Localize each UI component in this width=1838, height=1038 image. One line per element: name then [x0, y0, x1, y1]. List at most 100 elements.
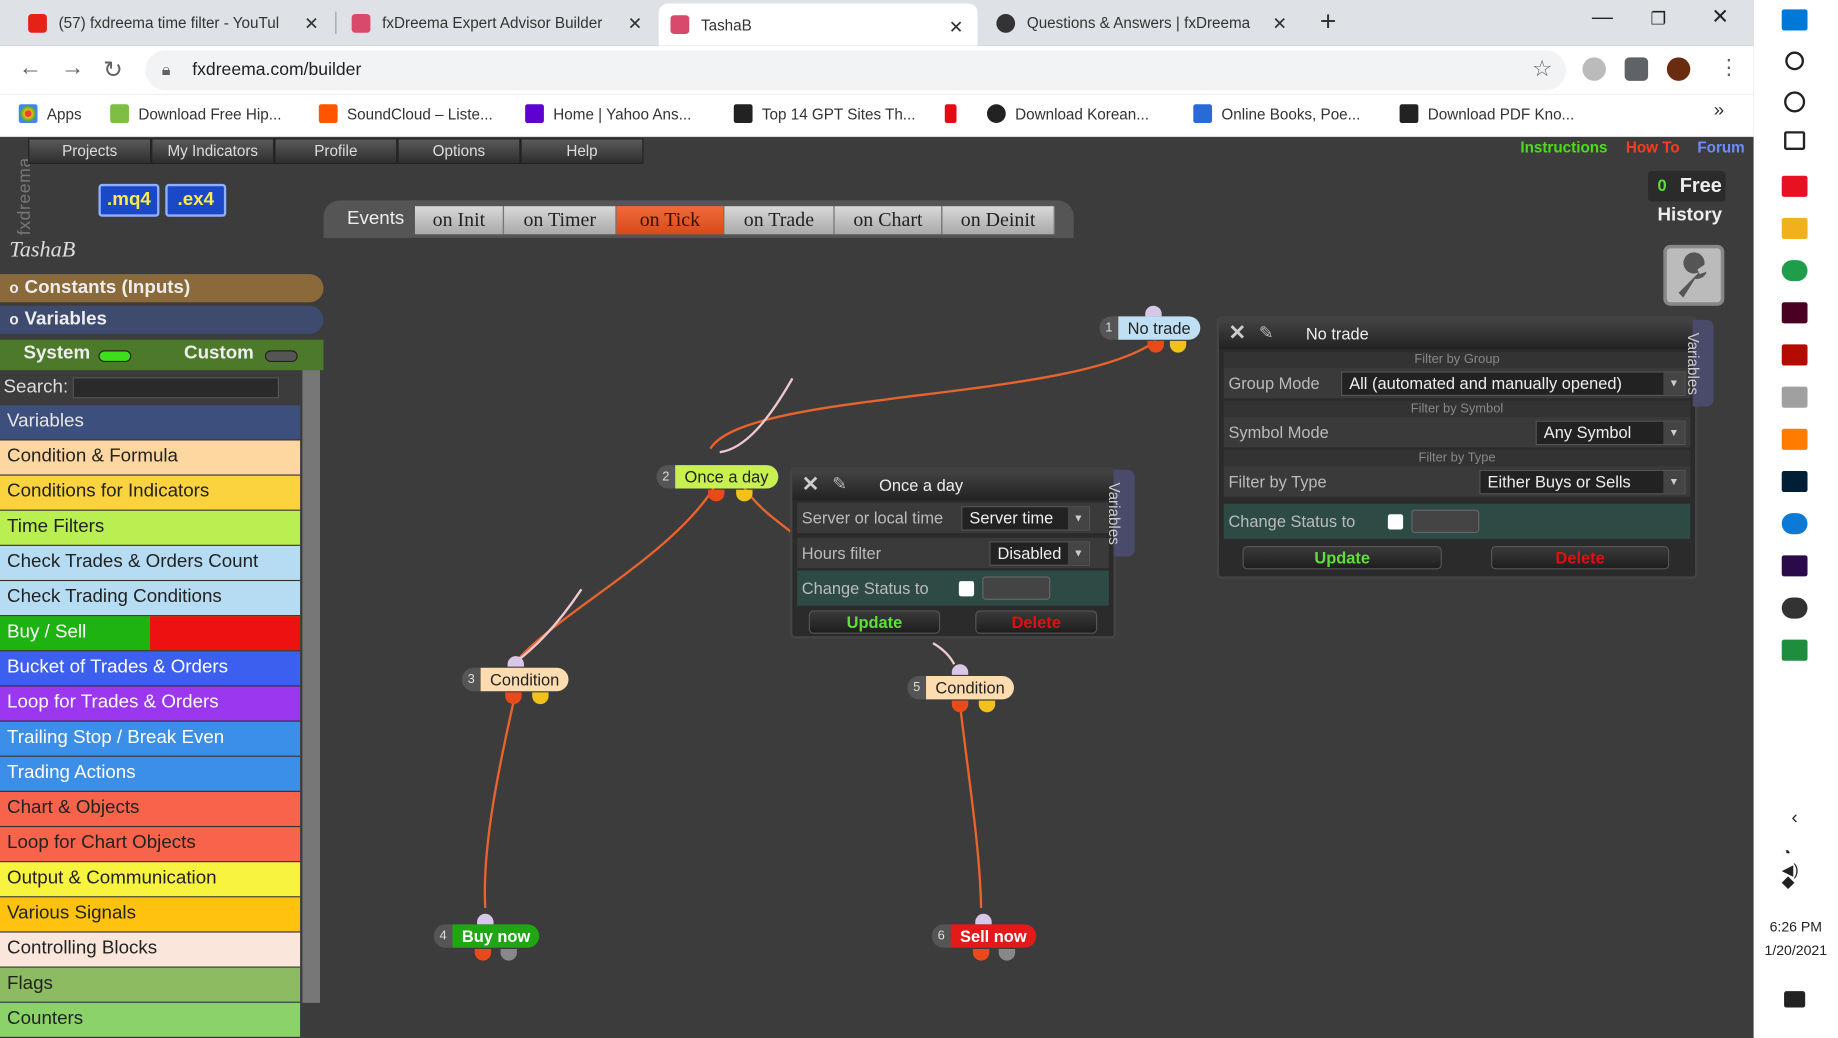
- category-loop-for-trades-orders[interactable]: Loop for Trades & Orders: [0, 686, 301, 722]
- bookmark-item[interactable]: Download Free Hip...: [110, 104, 281, 124]
- avatar[interactable]: [1666, 57, 1691, 81]
- clock-time[interactable]: 6:26 PM: [1754, 918, 1838, 934]
- category-check-trades-orders-count[interactable]: Check Trades & Orders Count: [0, 545, 301, 582]
- builder-canvas[interactable]: 1 No trade 2 Once a day 3 Condition 5 Co…: [324, 238, 1754, 1038]
- tab-on-init[interactable]: on Init: [414, 206, 505, 235]
- reload-icon[interactable]: ↻: [103, 55, 123, 84]
- minimize-icon[interactable]: —: [1592, 5, 1613, 30]
- category-output-communication[interactable]: Output & Communication: [0, 862, 301, 898]
- block-buy-now[interactable]: 4 Buy now: [433, 923, 540, 949]
- app-icon[interactable]: [1781, 175, 1808, 197]
- menu-options[interactable]: Options: [397, 138, 521, 165]
- bookmark-item[interactable]: Top 14 GPT Sites Th...: [733, 104, 916, 124]
- category-trading-actions[interactable]: Trading Actions: [0, 756, 301, 792]
- close-icon[interactable]: ✕: [1228, 321, 1246, 346]
- tab-tashab[interactable]: TashaB ✕: [658, 3, 978, 46]
- category-conditions-for-indicators[interactable]: Conditions for Indicators: [0, 475, 301, 511]
- category-variables[interactable]: Variables: [0, 405, 301, 441]
- close-icon[interactable]: ✕: [802, 472, 820, 497]
- block-condition-3[interactable]: 3 Condition: [461, 667, 569, 693]
- close-icon[interactable]: ✕: [1272, 13, 1287, 34]
- obs-icon[interactable]: [1781, 597, 1808, 619]
- pin-icon[interactable]: ✎: [1259, 322, 1274, 343]
- tab-on-trade[interactable]: on Trade: [724, 206, 835, 235]
- block-condition-5[interactable]: 5 Condition: [907, 675, 1015, 701]
- folder-icon[interactable]: [1781, 217, 1808, 239]
- task-view-icon[interactable]: [1784, 131, 1806, 150]
- variables-section[interactable]: o Variables: [0, 305, 324, 334]
- change-status-checkbox[interactable]: [1387, 514, 1404, 530]
- window-close-icon[interactable]: ✕: [1711, 5, 1729, 30]
- extension-icon[interactable]: [1582, 57, 1606, 81]
- menu-dots-icon[interactable]: ⋮: [1718, 55, 1739, 80]
- constants-section[interactable]: o Constants (Inputs): [0, 274, 324, 303]
- photoshop-icon[interactable]: [1781, 470, 1808, 493]
- category-bucket-of-trades-orders[interactable]: Bucket of Trades & Orders: [0, 651, 301, 687]
- server-time-select[interactable]: Server time ▼: [961, 506, 1091, 531]
- bookmark-star-icon[interactable]: ☆: [1532, 56, 1552, 83]
- menu-projects[interactable]: Projects: [28, 138, 152, 165]
- export-mq4-button[interactable]: .mq4: [98, 183, 160, 217]
- tab-on-chart[interactable]: on Chart: [834, 206, 943, 235]
- tab-on-tick[interactable]: on Tick: [616, 206, 725, 235]
- category-time-filters[interactable]: Time Filters: [0, 510, 301, 546]
- export-ex4-button[interactable]: .ex4: [165, 183, 227, 217]
- node-input-dot[interactable]: [951, 664, 969, 675]
- forum-link[interactable]: Forum: [1697, 138, 1744, 156]
- category-chart-objects[interactable]: Chart & Objects: [0, 791, 301, 828]
- status-color-box[interactable]: [1411, 509, 1480, 534]
- bookmark-item[interactable]: Download Korean...: [986, 104, 1149, 124]
- forward-icon[interactable]: →: [61, 55, 84, 82]
- category-buy-sell[interactable]: Buy / Sell: [0, 616, 301, 652]
- project-name[interactable]: TashaB: [9, 238, 75, 264]
- status-color-box[interactable]: [982, 576, 1051, 600]
- chevron-left-icon[interactable]: ‹: [1782, 808, 1808, 829]
- clock-date[interactable]: 1/20/2021: [1754, 942, 1838, 958]
- bookmark-item[interactable]: Online Books, Poe...: [1193, 104, 1360, 124]
- cortana-icon[interactable]: [1784, 91, 1806, 113]
- edge-icon[interactable]: [1781, 513, 1808, 535]
- category-counters[interactable]: Counters: [0, 1002, 301, 1038]
- chrome-icon[interactable]: [1781, 260, 1808, 282]
- custom-label[interactable]: Custom: [184, 343, 254, 364]
- tab-youtube[interactable]: (57) fxdreema time filter - YouTul ✕: [16, 0, 332, 46]
- bookmark-item[interactable]: Download PDF Kno...: [1399, 104, 1574, 124]
- indesign-icon[interactable]: [1781, 302, 1808, 324]
- pin-icon[interactable]: ✎: [832, 473, 847, 494]
- tab-on-timer[interactable]: on Timer: [504, 206, 617, 235]
- change-status-checkbox[interactable]: [958, 581, 975, 597]
- app-icon[interactable]: [1781, 639, 1808, 661]
- bookmarks-more-button[interactable]: »: [1714, 101, 1724, 122]
- app-icon[interactable]: [1781, 386, 1808, 408]
- menu-my-indicators[interactable]: My Indicators: [151, 138, 275, 165]
- back-icon[interactable]: ←: [19, 55, 42, 82]
- block-no-trade[interactable]: 1 No trade: [1099, 315, 1200, 341]
- free-counter[interactable]: 0 Free: [1648, 171, 1726, 202]
- premiere-icon[interactable]: [1781, 555, 1808, 577]
- bookmark-item[interactable]: Home | Yahoo Ans...: [525, 104, 691, 124]
- dropbox-icon[interactable]: ◆: [1782, 872, 1808, 893]
- menu-help[interactable]: Help: [520, 138, 644, 165]
- instructions-link[interactable]: Instructions: [1520, 138, 1607, 156]
- windows-start-icon[interactable]: [1781, 9, 1808, 31]
- close-icon[interactable]: ✕: [949, 16, 964, 38]
- tab-fxdreema-builder[interactable]: fxDreema Expert Advisor Builder ✕: [340, 0, 656, 46]
- new-tab-button[interactable]: +: [1320, 6, 1336, 39]
- delete-button[interactable]: Delete: [1491, 545, 1670, 570]
- category-flags[interactable]: Flags: [0, 967, 301, 1003]
- filter-type-select[interactable]: Either Buys or Sells ▼: [1479, 469, 1686, 495]
- group-mode-select[interactable]: All (automated and manually opened) ▼: [1340, 371, 1686, 396]
- how-to-link[interactable]: How To: [1626, 138, 1680, 156]
- system-label[interactable]: System: [23, 343, 90, 364]
- category-controlling-blocks[interactable]: Controlling Blocks: [0, 932, 301, 968]
- variables-side-tab[interactable]: Variables: [1685, 319, 1714, 407]
- category-various-signals[interactable]: Various Signals: [0, 897, 301, 933]
- tab-questions[interactable]: Questions & Answers | fxDreema ✕: [985, 0, 1301, 46]
- category-loop-for-chart-objects[interactable]: Loop for Chart Objects: [0, 827, 301, 863]
- variables-side-tab[interactable]: Variables: [1106, 469, 1135, 557]
- puzzle-icon[interactable]: [1624, 57, 1649, 81]
- block-sell-now[interactable]: 6 Sell now: [931, 923, 1036, 949]
- custom-led[interactable]: [264, 350, 298, 363]
- node-input-dot[interactable]: [507, 656, 524, 667]
- illustrator-icon[interactable]: [1781, 428, 1808, 450]
